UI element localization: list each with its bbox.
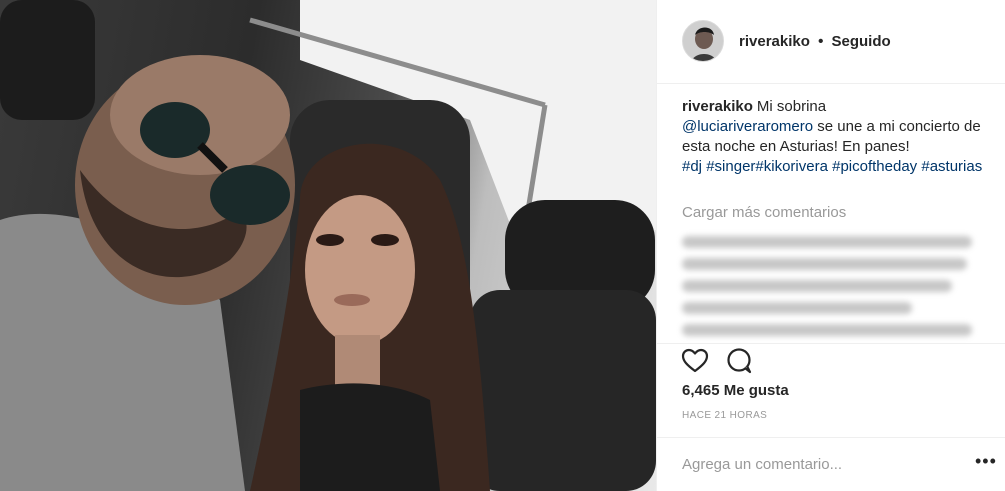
caption-username[interactable]: riverakiko [682, 98, 753, 115]
blurred-comments [682, 232, 980, 342]
caption-text-1: Mi sobrina [756, 98, 827, 115]
hashtag-kikorivera[interactable]: #kikorivera [755, 158, 828, 175]
post-caption: riverakiko Mi sobrina @luciariveraromero … [682, 97, 987, 177]
comment-input[interactable] [682, 453, 942, 475]
caption-mention[interactable]: @luciariveraromero [682, 118, 813, 135]
comment-bar: ••• [657, 437, 1005, 491]
more-options-icon[interactable]: ••• [975, 452, 996, 470]
avatar[interactable] [682, 20, 724, 62]
post-timestamp[interactable]: HACE 21 HORAS [682, 410, 767, 421]
post-photo[interactable] [0, 0, 656, 491]
hashtag-picoftheday[interactable]: #picoftheday [832, 158, 917, 175]
header-separator: • [818, 33, 824, 50]
header-username[interactable]: riverakiko [739, 33, 810, 50]
header-text: riverakiko • Seguido [739, 33, 891, 50]
blurred-comment-line [682, 236, 972, 248]
post-sidebar: riverakiko • Seguido riverakiko Mi sobrin… [656, 0, 1005, 491]
hashtag-singer[interactable]: #singer [706, 158, 755, 175]
load-more-comments-link[interactable]: Cargar más comentarios [682, 204, 846, 221]
blurred-comment-line [682, 324, 972, 336]
comment-icon[interactable] [725, 347, 753, 375]
likes-count[interactable]: 6,465 Me gusta [682, 382, 789, 399]
blurred-comment-line [682, 280, 952, 292]
heart-icon[interactable] [681, 347, 709, 375]
photo-illustration [0, 0, 656, 491]
follow-status-button[interactable]: Seguido [832, 33, 891, 50]
hashtag-asturias[interactable]: #asturias [921, 158, 982, 175]
blurred-comment-line [682, 258, 967, 270]
avatar-image [683, 21, 723, 61]
post-header: riverakiko • Seguido [657, 0, 1005, 84]
hashtag-dj[interactable]: #dj [682, 158, 702, 175]
post-actions: 6,465 Me gusta HACE 21 HORAS [657, 343, 1005, 437]
blurred-comment-line [682, 302, 912, 314]
